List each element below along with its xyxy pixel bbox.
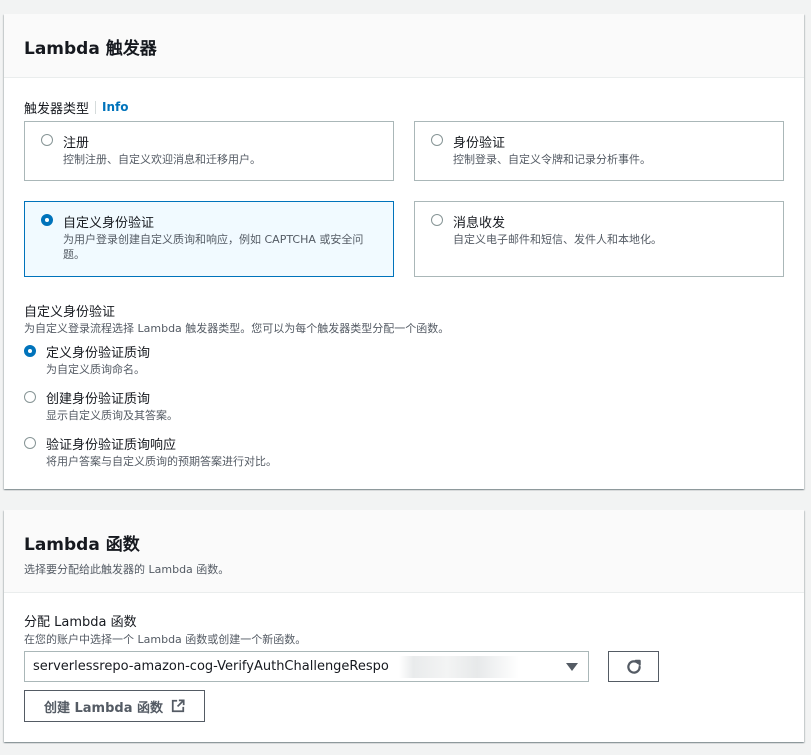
refresh-button[interactable]: [608, 651, 659, 682]
tile-sign-up[interactable]: 注册 控制注册、自定义欢迎消息和迁移用户。: [24, 121, 394, 181]
trigger-type-label-row: 触发器类型 Info: [24, 98, 129, 118]
radio-create-auth-challenge[interactable]: [24, 391, 36, 403]
tile-title: 自定义身份验证: [63, 216, 155, 231]
tile-desc: 自定义电子邮件和短信、发件人和本地化。: [453, 233, 662, 246]
option-title: 定义身份验证质询: [46, 346, 151, 361]
trigger-type-label: 触发器类型: [24, 102, 90, 117]
tile-messaging[interactable]: 消息收发 自定义电子邮件和短信、发件人和本地化。: [414, 201, 784, 277]
option-desc: 将用户答案与自定义质询的预期答案进行对比。: [46, 455, 277, 468]
radio-sign-up[interactable]: [41, 134, 53, 146]
tile-desc: 控制注册、自定义欢迎消息和迁移用户。: [63, 153, 261, 166]
panel-header: Lambda 函数 选择要分配给此触发器的 Lambda 函数。: [4, 510, 804, 593]
custom-auth-subtitle: 自定义身份验证: [24, 305, 116, 320]
tile-authentication[interactable]: 身份验证 控制登录、自定义令牌和记录分析事件。: [414, 121, 784, 181]
refresh-icon: [626, 659, 641, 674]
external-link-icon: [171, 699, 185, 713]
tile-custom-authentication[interactable]: 自定义身份验证 为用户登录创建自定义质询和响应，例如 CAPTCHA 或安全问题…: [24, 201, 394, 277]
create-button-label: 创建 Lambda 函数: [43, 700, 164, 716]
panel-header: Lambda 触发器: [4, 14, 804, 78]
option-desc: 显示自定义质询及其答案。: [46, 409, 178, 422]
option-desc: 为自定义质询命名。: [46, 363, 145, 376]
redacted-region: [399, 656, 519, 678]
panel-title: Lambda 触发器: [24, 39, 157, 59]
info-link[interactable]: Info: [95, 101, 129, 114]
lambda-function-panel: Lambda 函数 选择要分配给此触发器的 Lambda 函数。 分配 Lamb…: [4, 510, 804, 742]
lambda-function-select[interactable]: serverlessrepo-amazon-cog-VerifyAuthChal…: [24, 651, 589, 682]
tile-title: 消息收发: [453, 216, 506, 231]
tile-title: 注册: [63, 136, 90, 151]
panel-title: Lambda 函数: [24, 535, 140, 555]
tile-desc: 为用户登录创建自定义质询和响应，例如 CAPTCHA 或安全问题。: [63, 233, 364, 261]
assign-function-description: 在您的账户中选择一个 Lambda 函数或创建一个新函数。: [24, 633, 307, 646]
tile-title: 身份验证: [453, 136, 506, 151]
custom-auth-description: 为自定义登录流程选择 Lambda 触发器类型。您可以为每个触发器类型分配一个函…: [24, 322, 450, 335]
radio-authentication[interactable]: [431, 134, 443, 146]
option-title: 创建身份验证质询: [46, 392, 151, 407]
radio-custom-authentication[interactable]: [41, 214, 53, 226]
panel-description: 选择要分配给此触发器的 Lambda 函数。: [24, 563, 230, 576]
radio-define-auth-challenge[interactable]: [24, 345, 36, 357]
radio-verify-auth-challenge-response[interactable]: [24, 437, 36, 449]
create-lambda-function-button[interactable]: 创建 Lambda 函数: [24, 690, 205, 722]
caret-down-icon: [566, 663, 578, 671]
selected-function-value: serverlessrepo-amazon-cog-VerifyAuthChal…: [33, 659, 389, 674]
radio-messaging[interactable]: [431, 214, 443, 226]
tile-desc: 控制登录、自定义令牌和记录分析事件。: [453, 153, 651, 166]
assign-function-label: 分配 Lambda 函数: [24, 615, 137, 630]
lambda-trigger-panel: Lambda 触发器 触发器类型 Info 注册 控制注册、自定义欢迎消息和迁移…: [4, 14, 804, 489]
option-title: 验证身份验证质询响应: [46, 438, 177, 453]
